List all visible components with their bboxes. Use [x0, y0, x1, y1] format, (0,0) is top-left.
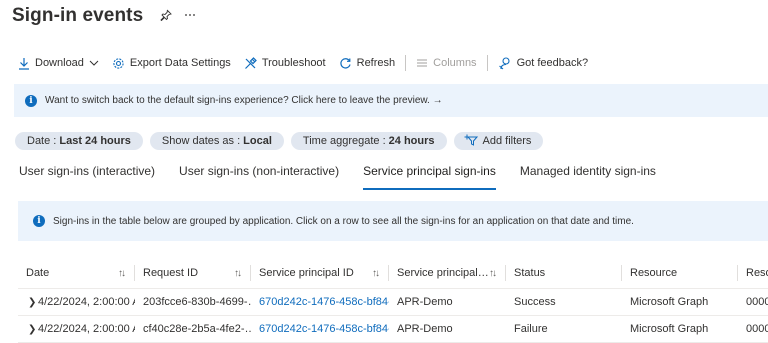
column-header-label: Service principal…: [397, 267, 489, 279]
date-filter-pill[interactable]: Date : Last 24 hours: [15, 132, 143, 150]
tab-managed-identity[interactable]: Managed identity sign-ins: [520, 160, 656, 186]
show-dates-filter-value: Local: [243, 135, 272, 147]
export-data-settings-button[interactable]: Export Data Settings: [112, 57, 231, 70]
download-button[interactable]: Download: [18, 57, 99, 70]
service-principal-id-link[interactable]: 670d242c-1476-458c-bf84-: [251, 323, 389, 335]
date-filter-label: Date :: [27, 135, 57, 147]
troubleshoot-label: Troubleshoot: [261, 57, 326, 69]
tab-user-interactive[interactable]: User sign-ins (interactive): [19, 160, 155, 186]
service-principal-name-cell: APR-Demo: [397, 323, 453, 335]
sign-in-type-tabs: User sign-ins (interactive) User sign-in…: [19, 160, 680, 190]
column-header-status[interactable]: Status: [506, 265, 622, 281]
wrench-icon: [244, 56, 257, 70]
request-id-cell: cf40c28e-2b5a-4fe2-…: [143, 323, 251, 335]
time-aggregate-filter-pill[interactable]: Time aggregate : 24 hours: [290, 132, 447, 150]
filter-pills: Date : Last 24 hours Show dates as : Loc…: [15, 132, 544, 150]
sort-icon[interactable]: ↑↓: [489, 268, 497, 279]
resource-id-cell: 00000: [746, 296, 768, 308]
column-header-label: Resource: [630, 267, 678, 279]
table-header: Date ↑↓ Request ID ↑↓ Service principal …: [18, 258, 768, 289]
date-cell: ❯ 4/22/2024, 2:00:00 A: [18, 323, 135, 335]
columns-button[interactable]: Columns: [416, 57, 477, 69]
toolbar-divider: [405, 55, 407, 71]
tab-user-non-interactive[interactable]: User sign-ins (non-interactive): [179, 160, 339, 186]
info-icon: i: [33, 215, 45, 227]
resource-cell: Microsoft Graph: [630, 296, 709, 308]
sort-icon[interactable]: ↑↓: [118, 268, 126, 279]
refresh-button[interactable]: Refresh: [339, 57, 396, 70]
time-aggregate-filter-value: 24 hours: [388, 135, 435, 147]
page-title: Sign-in events: [12, 5, 144, 26]
date-filter-value: Last 24 hours: [59, 135, 131, 147]
date-value: 4/22/2024, 2:00:00 A: [38, 323, 135, 335]
info-banner-text: Sign-ins in the table below are grouped …: [53, 215, 634, 227]
resource-id-cell: 00000: [746, 323, 768, 335]
date-value: 4/22/2024, 2:00:00 A: [38, 296, 135, 308]
toolbar-divider: [486, 55, 488, 71]
chevron-right-icon[interactable]: ❯: [28, 297, 38, 308]
download-label: Download: [35, 57, 84, 69]
info-banner: i Sign-ins in the table below are groupe…: [18, 201, 768, 241]
add-filters-button[interactable]: Add filters: [453, 132, 544, 150]
title-actions: [160, 9, 196, 21]
time-aggregate-filter-label: Time aggregate :: [302, 135, 386, 147]
command-bar: Download Export Data Settings Troublesho…: [18, 50, 588, 76]
service-principal-id-link[interactable]: 670d242c-1476-458c-bf84-: [251, 296, 389, 308]
feedback-label: Got feedback?: [516, 57, 589, 69]
request-id-cell: 203fcce6-830b-4699-…: [143, 296, 251, 308]
download-icon: [18, 57, 30, 70]
export-label: Export Data Settings: [129, 57, 231, 69]
table-row[interactable]: ❯ 4/22/2024, 2:00:00 A 203fcce6-830b-4699…: [18, 289, 768, 316]
troubleshoot-button[interactable]: Troubleshoot: [244, 56, 326, 70]
column-header-request-id[interactable]: Request ID ↑↓: [135, 265, 251, 281]
chevron-down-icon: [89, 60, 99, 66]
chevron-right-icon[interactable]: ❯: [28, 324, 38, 335]
column-header-date[interactable]: Date ↑↓: [18, 265, 135, 281]
sign-ins-table: Date ↑↓ Request ID ↑↓ Service principal …: [18, 258, 768, 343]
pin-icon[interactable]: [160, 9, 172, 21]
refresh-label: Refresh: [356, 57, 396, 69]
show-dates-filter-label: Show dates as :: [161, 135, 241, 147]
column-header-label: Reso: [746, 267, 768, 279]
feedback-button[interactable]: Got feedback?: [498, 56, 589, 70]
columns-icon: [416, 58, 428, 68]
add-filter-icon: [464, 134, 478, 149]
table-row[interactable]: ❯ 4/22/2024, 2:00:00 A cf40c28e-2b5a-4fe2…: [18, 316, 768, 343]
status-cell: Success: [514, 296, 556, 308]
preview-banner[interactable]: i Want to switch back to the default sig…: [14, 84, 768, 117]
show-dates-filter-pill[interactable]: Show dates as : Local: [149, 132, 284, 150]
columns-label: Columns: [433, 57, 477, 69]
column-header-label: Service principal ID: [259, 267, 354, 279]
add-filters-label: Add filters: [482, 135, 532, 147]
resource-cell: Microsoft Graph: [630, 323, 709, 335]
column-header-label: Request ID: [143, 267, 199, 279]
refresh-icon: [339, 57, 352, 70]
column-header-label: Status: [514, 267, 546, 279]
date-cell: ❯ 4/22/2024, 2:00:00 A: [18, 296, 135, 308]
column-header-label: Date: [26, 267, 50, 279]
info-icon: i: [25, 94, 37, 107]
status-cell: Failure: [514, 323, 548, 335]
column-header-service-principal-name[interactable]: Service principal… ↑↓: [389, 265, 506, 281]
column-header-service-principal-id[interactable]: Service principal ID ↑↓: [251, 265, 389, 281]
sort-icon[interactable]: ↑↓: [372, 268, 380, 279]
more-options-icon[interactable]: [184, 13, 196, 17]
gear-icon: [112, 57, 125, 70]
feedback-icon: [498, 56, 512, 70]
preview-banner-text[interactable]: Want to switch back to the default sign-…: [45, 95, 443, 106]
sort-icon[interactable]: ↑↓: [234, 268, 242, 279]
column-header-resource[interactable]: Resource: [622, 265, 738, 281]
tab-service-principal[interactable]: Service principal sign-ins: [363, 160, 496, 190]
service-principal-name-cell: APR-Demo: [397, 296, 453, 308]
column-header-resource-id[interactable]: Reso: [738, 265, 768, 281]
